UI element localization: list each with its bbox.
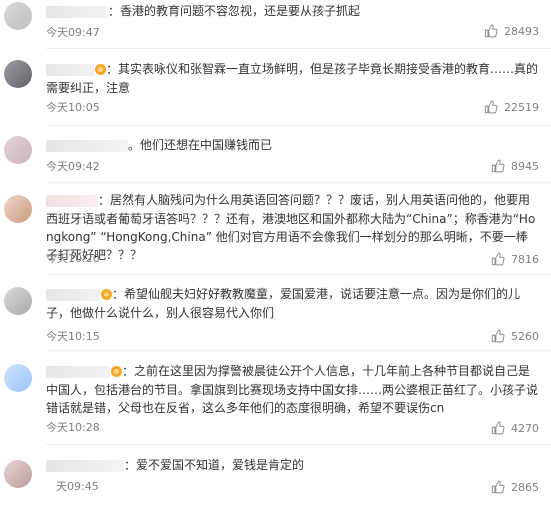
- username-blurred[interactable]: [46, 194, 98, 207]
- divider: [46, 182, 551, 183]
- comment-item: ：其实表咏仪和张智霖一直立场鲜明，但是孩子毕竟长期接受香港的教育……真的需要纠正…: [0, 58, 551, 124]
- comment-time: 天09:45: [56, 480, 99, 493]
- avatar[interactable]: [4, 195, 32, 223]
- divider: [46, 125, 551, 126]
- divider: [46, 444, 551, 445]
- like-count: 28493: [504, 24, 539, 38]
- comment-time: 今天09:42: [46, 160, 100, 173]
- name-colon: ：: [122, 364, 135, 379]
- comment-item: ：香港的教育问题不容忽视，还是要从孩子抓起 今天09:47 28493: [0, 0, 551, 50]
- username-blurred[interactable]: [46, 63, 94, 76]
- thumbs-up-icon: [491, 480, 505, 494]
- thumbs-up-icon: [484, 100, 498, 114]
- divider: [46, 350, 551, 351]
- comment-text: 爱不爱国不知道，爱钱是肯定的: [136, 458, 305, 472]
- divider: [46, 274, 551, 275]
- like-count: 5260: [511, 329, 539, 343]
- username-blurred[interactable]: [46, 459, 124, 472]
- like-button[interactable]: 28493: [484, 24, 539, 38]
- comment-item: ：居然有人脑残问为什么用英语回答问题？？？废话，别人用英语问他的，他要用西班牙语…: [0, 191, 551, 277]
- username-blurred[interactable]: [46, 365, 110, 378]
- avatar[interactable]: [4, 60, 32, 88]
- vip-badge-icon: [111, 366, 122, 377]
- comment-item: ：希望仙舰夫妇好好教教魔童，爱国爱港，说话要注意一点。因为是你们的儿子，他做什么…: [0, 285, 551, 351]
- comment-text: 他们还想在中国赚钱而已: [140, 138, 273, 152]
- like-count: 7816: [511, 252, 539, 266]
- like-button[interactable]: 4270: [491, 421, 539, 435]
- name-colon: 。: [128, 138, 141, 153]
- name-colon: ：: [112, 287, 125, 302]
- comment-list: ：香港的教育问题不容忽视，还是要从孩子抓起 今天09:47 28493 ：其实表…: [0, 0, 551, 514]
- name-colon: ：: [124, 458, 137, 473]
- comment-time: 今天10:28: [46, 421, 100, 434]
- like-button[interactable]: 5260: [491, 329, 539, 343]
- vip-badge-icon: [101, 289, 112, 300]
- thumbs-up-icon: [491, 159, 505, 173]
- avatar[interactable]: [4, 287, 32, 315]
- avatar[interactable]: [4, 136, 32, 164]
- like-count: 22519: [504, 100, 539, 114]
- like-button[interactable]: 8945: [491, 159, 539, 173]
- name-colon: ：: [98, 193, 111, 208]
- like-count: 2865: [511, 480, 539, 494]
- thumbs-up-icon: [491, 252, 505, 266]
- username-blurred[interactable]: [46, 5, 108, 18]
- avatar[interactable]: [4, 460, 32, 488]
- avatar[interactable]: [4, 2, 32, 30]
- thumbs-up-icon: [484, 24, 498, 38]
- thumbs-up-icon: [491, 421, 505, 435]
- like-button[interactable]: 7816: [491, 252, 539, 266]
- like-count: 8945: [511, 159, 539, 173]
- comment-time: 今天10:15: [46, 330, 100, 343]
- divider: [46, 48, 551, 49]
- username-blurred[interactable]: [46, 288, 100, 301]
- comment-text: 其实表咏仪和张智霖一直立场鲜明，但是孩子毕竟长期接受香港的教育……真的需要纠正，…: [46, 62, 539, 95]
- like-button[interactable]: 2865: [491, 480, 539, 494]
- comment-time: 今天10:20: [46, 252, 100, 265]
- like-count: 4270: [511, 421, 539, 435]
- like-button[interactable]: 22519: [484, 100, 539, 114]
- name-colon: ：: [108, 4, 121, 19]
- comment-time: 今天09:47: [46, 26, 100, 39]
- vip-badge-icon: [95, 64, 106, 75]
- username-blurred[interactable]: [46, 139, 128, 152]
- comment-time: 今天10:05: [46, 101, 100, 114]
- comment-text: 香港的教育问题不容忽视，还是要从孩子抓起: [120, 4, 361, 18]
- comment-item: ：之前在这里因为撑警被晨徒公开个人信息，十几年前上各种节目都说自己是中国人，包括…: [0, 362, 551, 446]
- avatar[interactable]: [4, 364, 32, 392]
- name-colon: ：: [106, 62, 119, 77]
- comment-item: ：爱不爱国不知道，爱钱是肯定的 天09:45 2865: [0, 456, 551, 512]
- comment-text: 居然有人脑残问为什么用英语回答问题？？？废话，别人用英语问他的，他要用西班牙语或…: [46, 193, 536, 262]
- comment-item: 。他们还想在中国赚钱而已 今天09:42 8945: [0, 136, 551, 182]
- thumbs-up-icon: [491, 329, 505, 343]
